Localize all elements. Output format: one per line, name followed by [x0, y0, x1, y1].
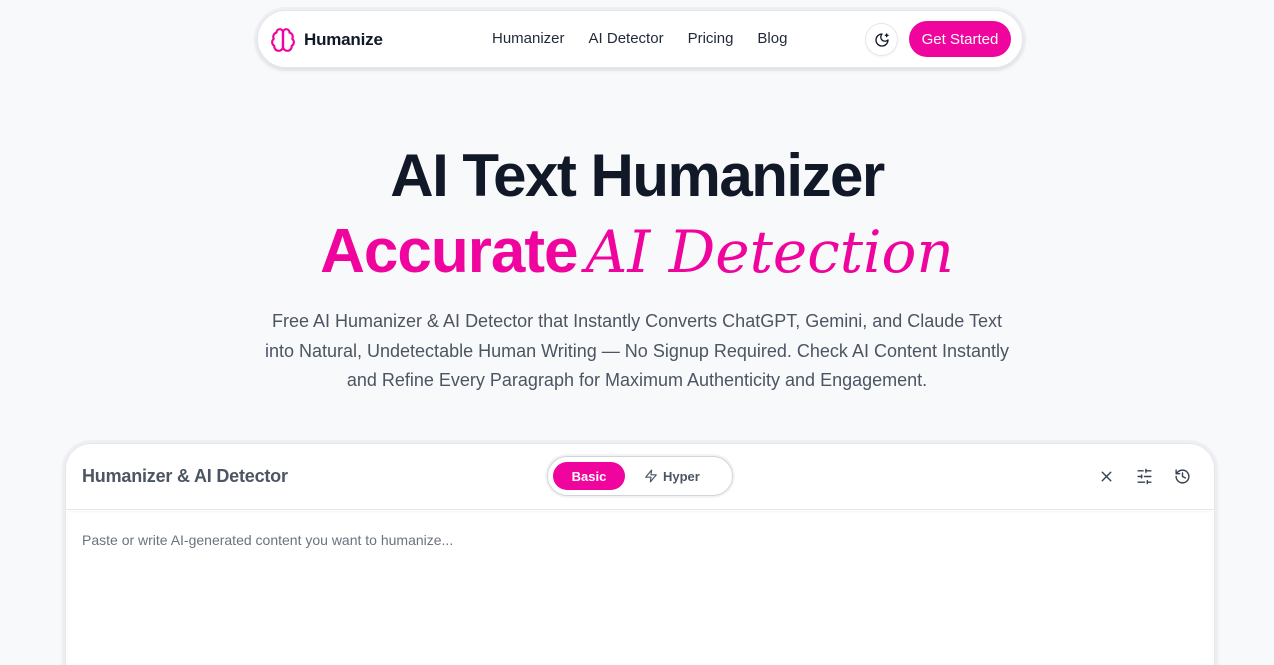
mode-hyper-tab[interactable]: Hyper	[644, 462, 716, 490]
hero-subtitle: Accurate AI Detection	[0, 214, 1274, 306]
moon-icon	[874, 32, 889, 47]
mode-hyper-label: Hyper	[663, 468, 700, 484]
brain-icon	[270, 27, 296, 53]
close-icon	[1101, 471, 1111, 481]
hero-subtitle-italic: AI Detection	[585, 218, 954, 286]
nav-link-ai-detector[interactable]: AI Detector	[589, 30, 664, 47]
hero-title: AI Text Humanizer	[390, 142, 885, 209]
get-started-button[interactable]: Get Started	[909, 21, 1011, 57]
humanizer-tool-card: Humanizer & AI Detector Basic Hyper	[65, 443, 1215, 665]
hero-description: Free AI Humanizer & AI Detector that Ins…	[264, 311, 1010, 390]
lightning-icon	[645, 469, 657, 483]
clear-button[interactable]	[1096, 466, 1116, 486]
brand-logo-link[interactable]: Humanize	[270, 27, 383, 53]
history-button[interactable]	[1172, 466, 1192, 486]
history-icon	[1174, 468, 1190, 484]
hero-subtitle-accent: Accurate	[320, 217, 578, 286]
theme-toggle-button[interactable]	[865, 23, 898, 56]
nav-link-blog[interactable]: Blog	[757, 30, 787, 47]
tool-title: Humanizer & AI Detector	[82, 466, 288, 486]
mode-switch: Basic Hyper	[547, 456, 733, 496]
top-navbar: Humanize Humanizer AI Detector Pricing B…	[257, 10, 1023, 68]
settings-button[interactable]	[1134, 466, 1154, 486]
nav-link-pricing[interactable]: Pricing	[688, 30, 734, 47]
content-input[interactable]	[67, 511, 1213, 665]
mode-basic-tab[interactable]: Basic	[553, 462, 625, 490]
tool-header: Humanizer & AI Detector Basic Hyper	[66, 444, 1214, 510]
nav-links: Humanizer AI Detector Pricing Blog	[492, 30, 787, 47]
nav-link-humanizer[interactable]: Humanizer	[492, 30, 565, 47]
sliders-icon	[1136, 468, 1152, 484]
brand-name: Humanize	[304, 30, 383, 49]
tool-actions	[1096, 466, 1192, 486]
